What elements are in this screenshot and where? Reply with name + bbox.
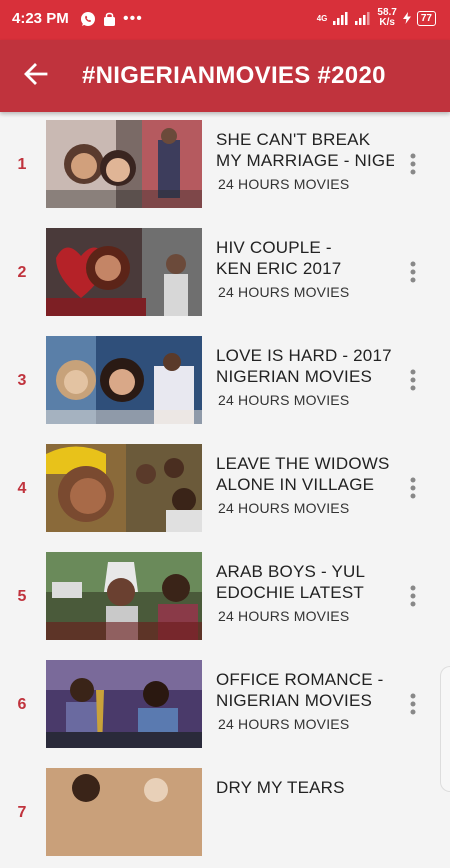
notification-icons: ••• xyxy=(80,11,143,27)
system-icons: 4G 58.7 K/s 77 xyxy=(317,8,436,28)
video-index: 4 xyxy=(17,480,27,497)
video-index: 2 xyxy=(17,264,27,281)
video-index: 5 xyxy=(17,588,27,605)
more-options-icon[interactable] xyxy=(402,476,424,500)
video-thumbnail[interactable] xyxy=(46,444,202,532)
video-index: 7 xyxy=(17,804,27,821)
more-options-icon[interactable] xyxy=(402,152,424,176)
video-row[interactable]: 3 LOVE IS HARD - 2017 NIGERIAN MOVIES 24… xyxy=(0,328,450,436)
more-options-icon[interactable] xyxy=(402,368,424,392)
video-title-line1: SHE CAN'T BREAK xyxy=(216,130,371,149)
video-title-line1: OFFICE ROMANCE - xyxy=(216,670,384,689)
video-title-line1: LOVE IS HARD - 2017 xyxy=(216,346,392,365)
video-index: 1 xyxy=(17,156,27,173)
video-thumbnail[interactable] xyxy=(46,552,202,640)
bolt-icon xyxy=(402,12,411,24)
video-row[interactable]: 4 LEAVE THE WIDOWS ALONE IN VILLAGE 24 H… xyxy=(0,436,450,544)
video-title-line2: NIGERIAN MOVIES xyxy=(216,691,373,710)
video-title-line1: LEAVE THE WIDOWS xyxy=(216,454,390,473)
app-bar: #NIGERIANMOVIES #2020 xyxy=(0,40,450,112)
video-title-line2: KEN ERIC 2017 xyxy=(216,259,342,278)
more-options-icon[interactable] xyxy=(402,260,424,284)
more-options-icon[interactable] xyxy=(402,584,424,608)
battery-indicator: 77 xyxy=(416,10,436,26)
video-thumbnail[interactable] xyxy=(46,768,202,856)
back-arrow-icon[interactable] xyxy=(20,58,52,90)
scroll-handle[interactable] xyxy=(440,666,450,792)
whatsapp-icon xyxy=(81,12,95,26)
video-thumbnail[interactable] xyxy=(46,228,202,316)
video-row[interactable]: 2 HIV COUPLE - KEN ERIC 2017 24 HOURS MO… xyxy=(0,220,450,328)
video-row[interactable]: 6 OFFICE ROMANCE - NIGERIAN MOVIES 24 HO… xyxy=(0,652,450,760)
video-channel: 24 HOURS MOVIES xyxy=(218,176,350,192)
video-thumbnail[interactable] xyxy=(46,120,202,208)
video-title-line2: ALONE IN VILLAGE xyxy=(216,475,375,494)
video-thumbnail[interactable] xyxy=(46,336,202,424)
video-channel: 24 HOURS MOVIES xyxy=(218,284,350,300)
video-title-line1: HIV COUPLE - xyxy=(216,238,332,257)
video-row[interactable]: 5 ARAB BOYS - YUL EDOCHIE LATEST 24 HOUR… xyxy=(0,544,450,652)
video-title-line1: ARAB BOYS - YUL xyxy=(216,562,366,581)
video-thumbnail[interactable] xyxy=(46,660,202,748)
more-options-icon[interactable] xyxy=(402,692,424,716)
shop-bag-icon xyxy=(104,12,115,26)
network-type: 4G xyxy=(316,13,328,23)
video-index: 6 xyxy=(17,696,27,713)
video-row[interactable]: 7 DRY MY TEARS xyxy=(0,760,450,868)
signal-icon xyxy=(333,11,348,25)
video-title-line1: DRY MY TEARS xyxy=(216,778,345,797)
video-title-line2: EDOCHIE LATEST xyxy=(216,583,364,602)
video-channel: 24 HOURS MOVIES xyxy=(218,392,350,408)
video-channel: 24 HOURS MOVIES xyxy=(218,608,350,624)
signal-icon-2 xyxy=(355,11,370,25)
video-index: 3 xyxy=(17,372,27,389)
video-title-line2: NIGERIAN MOVIES xyxy=(216,367,373,386)
net-speed: 58.7 K/s xyxy=(377,7,397,28)
video-channel: 24 HOURS MOVIES xyxy=(218,500,350,516)
page-title: #NIGERIANMOVIES #2020 xyxy=(82,62,386,89)
more-notifications-icon: ••• xyxy=(123,10,143,27)
video-channel: 24 HOURS MOVIES xyxy=(218,716,350,732)
video-row[interactable]: 1 SHE CAN'T BREAK MY MARRIAGE - NIGE- 24… xyxy=(0,112,450,220)
status-bar: 4:23 PM ••• 4G 58.7 K/s 77 xyxy=(0,0,450,40)
status-time: 4:23 PM xyxy=(12,10,69,27)
video-title-line2: MY MARRIAGE - NIGE- xyxy=(216,151,394,170)
